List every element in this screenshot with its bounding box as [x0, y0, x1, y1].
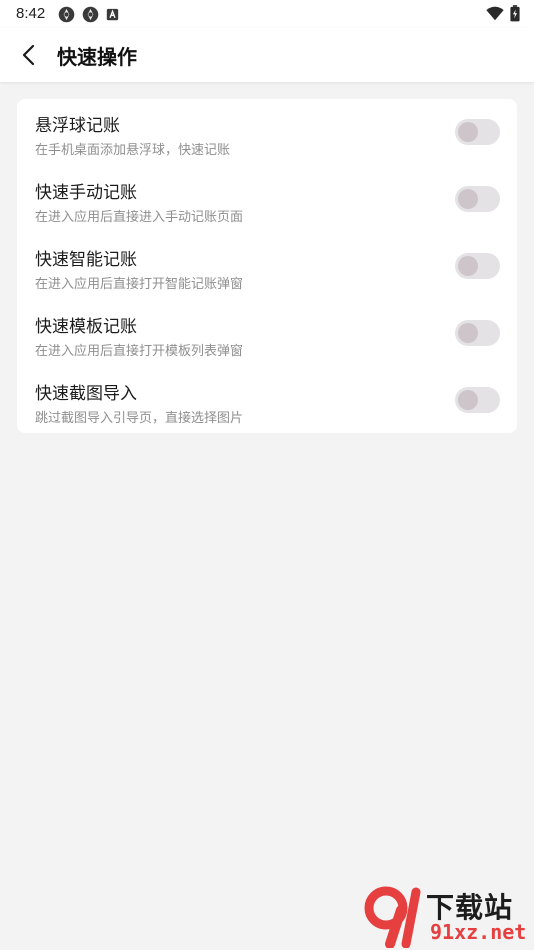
back-button[interactable]	[14, 40, 44, 70]
setting-row-quick-template: 快速模板记账 在进入应用后直接打开模板列表弹窗	[17, 300, 517, 366]
setting-row-quick-smart: 快速智能记账 在进入应用后直接打开智能记账弹窗	[17, 233, 517, 299]
quick-template-toggle[interactable]	[455, 320, 500, 346]
quick-manual-toggle[interactable]	[455, 186, 500, 212]
system-icons	[486, 5, 520, 22]
setting-row-screenshot-import: 快速截图导入 跳过截图导入引导页，直接选择图片	[17, 367, 517, 433]
watermark: 下载站 91xz.net	[362, 884, 534, 950]
settings-card: 悬浮球记账 在手机桌面添加悬浮球，快速记账 快速手动记账 在进入应用后直接进入手…	[17, 99, 517, 433]
a-notification-icon	[106, 8, 119, 21]
floating-ball-toggle[interactable]	[455, 119, 500, 145]
status-bar: 8:42	[0, 0, 534, 28]
setting-title: 快速截图导入	[35, 384, 137, 404]
toggle-knob	[458, 256, 478, 276]
battery-charging-icon	[510, 5, 520, 22]
toggle-knob	[458, 122, 478, 142]
setting-title: 快速智能记账	[35, 250, 137, 270]
quick-smart-toggle[interactable]	[455, 253, 500, 279]
setting-description: 在进入应用后直接进入手动记账页面	[35, 210, 244, 225]
screenshot-import-toggle[interactable]	[455, 387, 500, 413]
setting-title: 快速模板记账	[35, 317, 137, 337]
notification-icons	[58, 6, 119, 23]
watermark-logo-icon	[364, 886, 421, 948]
watermark-domain: 91xz.net	[430, 920, 527, 944]
setting-title: 悬浮球记账	[35, 116, 120, 136]
setting-row-floating-ball: 悬浮球记账 在手机桌面添加悬浮球，快速记账	[17, 99, 517, 165]
setting-row-quick-manual: 快速手动记账 在进入应用后直接进入手动记账页面	[17, 166, 517, 232]
wifi-icon	[486, 6, 504, 21]
setting-description: 在进入应用后直接打开智能记账弹窗	[35, 277, 244, 292]
aperture-icon	[58, 6, 75, 23]
page-title: 快速操作	[57, 45, 137, 69]
status-time: 8:42	[16, 5, 46, 22]
toggle-knob	[458, 189, 478, 209]
chevron-left-icon	[22, 44, 35, 66]
app-bar: 快速操作	[0, 28, 534, 82]
aperture-icon	[82, 6, 99, 23]
setting-title: 快速手动记账	[35, 183, 137, 203]
toggle-knob	[458, 323, 478, 343]
setting-description: 在手机桌面添加悬浮球，快速记账	[35, 143, 231, 158]
setting-description: 在进入应用后直接打开模板列表弹窗	[35, 344, 244, 359]
setting-description: 跳过截图导入引导页，直接选择图片	[35, 411, 244, 426]
toggle-knob	[458, 390, 478, 410]
